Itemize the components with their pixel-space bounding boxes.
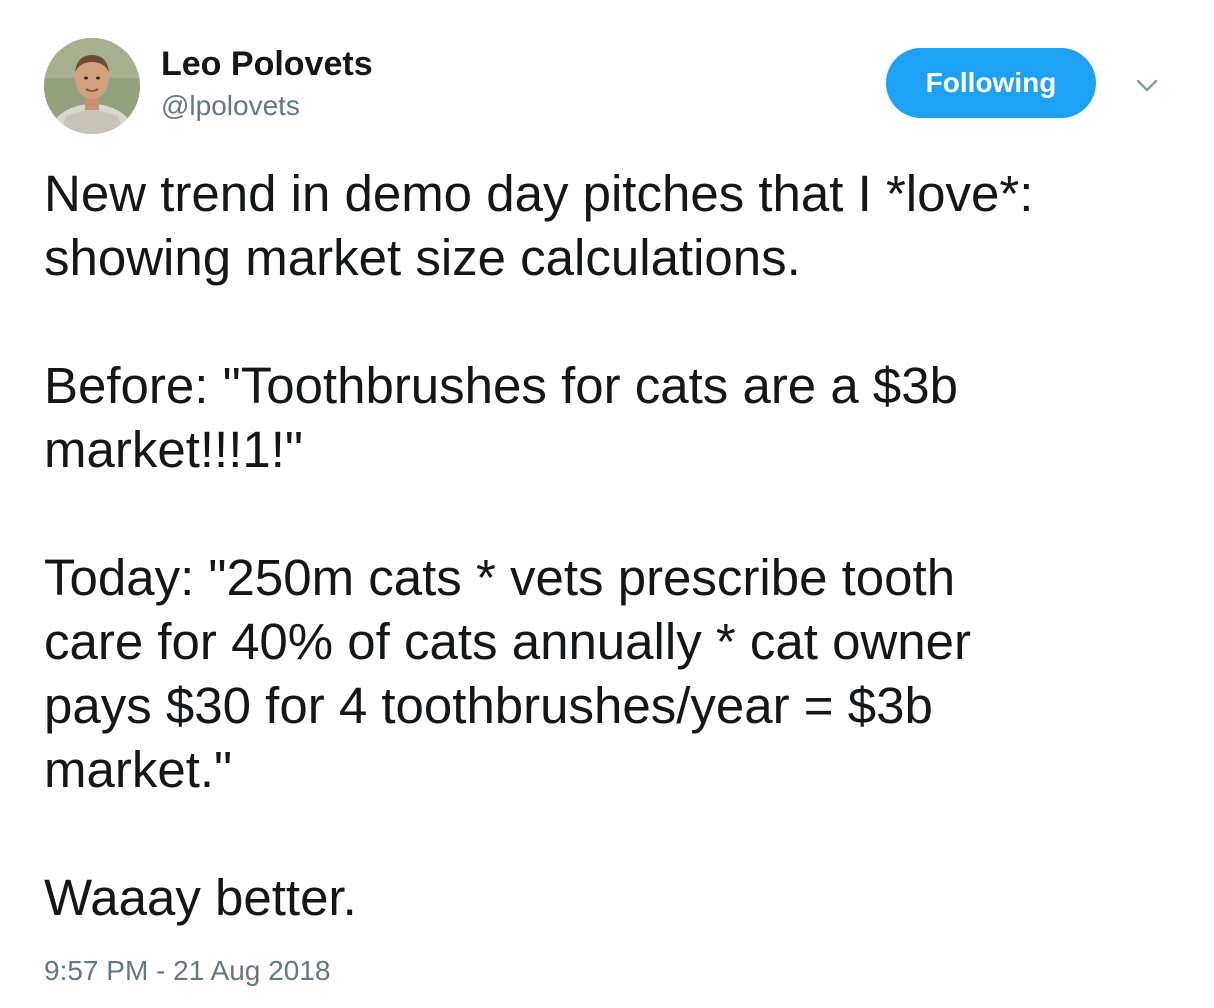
chevron-down-icon[interactable] [1130,72,1164,100]
user-handle[interactable]: @lpolovets [161,89,300,123]
tweet-paragraph: Before: "Toothbrushes for cats are a $3b… [44,357,958,478]
display-name[interactable]: Leo Polovets [161,44,373,84]
tweet-paragraph: Waaay better. [44,869,357,926]
tweet-paragraph: Today: "250m cats * vets prescribe tooth… [44,549,971,798]
following-button[interactable]: Following [886,48,1096,118]
tweet-paragraph: New trend in demo day pitches that I *lo… [44,165,1034,286]
tweet-text: New trend in demo day pitches that I *lo… [44,162,1184,930]
avatar[interactable] [44,38,140,134]
avatar-image [44,38,140,134]
tweet-card: Leo Polovets @lpolovets Following New tr… [0,0,1214,1008]
tweet-timestamp[interactable]: 9:57 PM - 21 Aug 2018 [44,954,330,988]
